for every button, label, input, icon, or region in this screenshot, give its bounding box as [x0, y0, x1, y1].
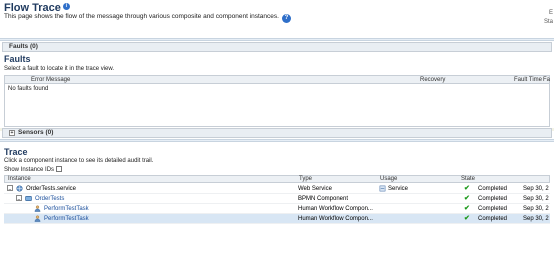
expand-icon[interactable]: +	[9, 130, 15, 136]
column-header-fa[interactable]: Fa	[543, 76, 550, 84]
column-header-fault-time[interactable]: Fault Time	[514, 76, 542, 84]
check-icon: ✔	[464, 205, 470, 212]
faults-bar-label: Faults (0)	[9, 43, 38, 50]
table-row-selected[interactable]: PerformTestTask Human Workflow Compon...…	[4, 214, 550, 224]
instance-date: Sep 30, 2	[523, 186, 549, 192]
instance-date: Sep 30, 2	[523, 206, 549, 212]
faults-table-header: Error Message Recovery Fault Time Fa	[5, 76, 550, 84]
no-faults-message: No faults found	[8, 86, 49, 92]
page-subtitle-text: This page shows the flow of the message …	[4, 13, 279, 20]
column-header-instance[interactable]: Instance	[8, 176, 31, 183]
column-header-usage[interactable]: Usage	[380, 176, 397, 183]
header-right-label-top: E	[548, 10, 553, 16]
table-row[interactable]: − OrderTests BPMN Component ✔ Completed …	[4, 194, 550, 204]
show-instance-ids-checkbox[interactable]	[56, 166, 63, 172]
column-header-type[interactable]: Type	[299, 176, 312, 183]
page-subtitle: This page shows the flow of the message …	[4, 13, 291, 23]
check-icon: ✔	[464, 195, 470, 202]
faults-hint: Select a fault to locate it in the trace…	[4, 66, 115, 72]
show-instance-ids: Show Instance IDs	[4, 166, 63, 173]
instance-link[interactable]: PerformTestTask	[44, 205, 89, 213]
instance-usage: Service	[388, 186, 409, 192]
column-header-recovery[interactable]: Recovery	[420, 76, 445, 84]
sensors-section-bar[interactable]: + Sensors (0)	[2, 128, 552, 138]
collapse-icon[interactable]: −	[16, 195, 22, 203]
trace-hint: Click a component instance to see its de…	[4, 158, 154, 164]
trace-title: Trace	[4, 147, 28, 157]
help-icon[interactable]: ?	[281, 14, 291, 23]
separator-band	[0, 38, 554, 41]
faults-table: Error Message Recovery Fault Time Fa No …	[4, 75, 550, 127]
column-header-error-message[interactable]: Error Message	[31, 76, 70, 84]
instance-date: Sep 30, 2	[523, 196, 549, 202]
sensors-bar-label: Sensors (0)	[18, 129, 54, 136]
instance-state: Completed	[478, 186, 508, 192]
instance-type: Human Workflow Compon...	[298, 206, 373, 212]
instance-name: OrderTests.service	[26, 186, 77, 192]
instance-type: Web Service	[298, 186, 332, 192]
collapse-icon[interactable]: −	[7, 185, 13, 193]
show-instance-ids-label: Show Instance IDs	[4, 167, 55, 173]
human-workflow-icon	[34, 215, 41, 225]
instance-state: Completed	[478, 206, 508, 212]
check-icon: ✔	[464, 185, 470, 192]
instance-state: Completed	[478, 196, 508, 202]
faults-section-bar[interactable]: Faults (0)	[2, 42, 552, 52]
check-icon: ✔	[464, 215, 470, 222]
table-row[interactable]: PerformTestTask Human Workflow Compon...…	[4, 204, 550, 214]
instance-link[interactable]: OrderTests	[35, 195, 64, 203]
page-header: Flow Trace i This page shows the flow of …	[0, 0, 554, 38]
instance-state: Completed	[478, 216, 508, 222]
faults-title: Faults	[4, 54, 31, 64]
info-icon[interactable]: i	[62, 3, 70, 10]
instance-date: Sep 30, 2	[523, 216, 549, 222]
instance-type: Human Workflow Compon...	[298, 216, 373, 222]
header-right-label-bottom: Sta	[543, 19, 553, 25]
separator-band	[0, 139, 554, 142]
table-row[interactable]: − OrderTests.service Web Service Service…	[4, 184, 550, 194]
instance-type: BPMN Component	[298, 196, 349, 202]
instance-link[interactable]: PerformTestTask	[44, 215, 89, 223]
trace-table-header: Instance Type Usage State	[4, 175, 550, 183]
column-header-state[interactable]: State	[461, 176, 475, 183]
